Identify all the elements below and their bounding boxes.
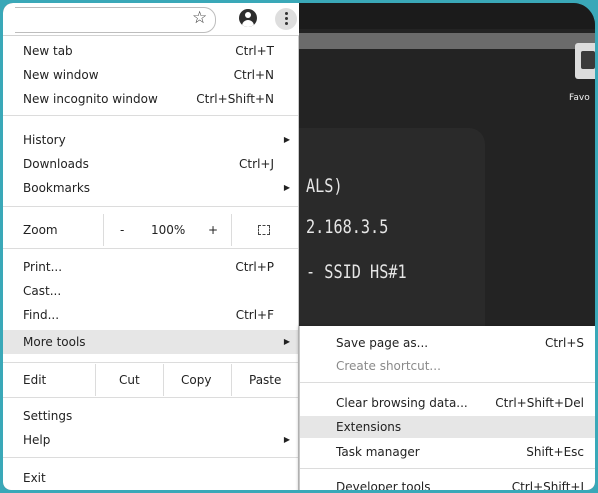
menu-item-shortcut: Ctrl+J bbox=[239, 157, 274, 171]
menu-separator bbox=[3, 397, 298, 398]
menu-item-label: Settings bbox=[23, 409, 73, 423]
more-tools-submenu: Save page as... Ctrl+S Create shortcut..… bbox=[299, 326, 595, 490]
menu-item-label: New tab bbox=[23, 44, 73, 58]
cut-button[interactable]: Cut bbox=[119, 369, 140, 391]
menu-item-shortcut: Ctrl+Shift+N bbox=[196, 92, 274, 106]
submenu-arrow-icon: ▶ bbox=[283, 435, 290, 444]
submenu-arrow-icon: ▶ bbox=[283, 135, 290, 144]
edit-divider bbox=[231, 364, 232, 396]
menu-item-downloads[interactable]: Downloads Ctrl+J bbox=[3, 153, 298, 175]
menu-item-label: Downloads bbox=[23, 157, 89, 171]
menu-item-label: Help bbox=[23, 433, 51, 447]
menu-item-history[interactable]: History ▶ bbox=[3, 129, 298, 151]
page-header-strip bbox=[299, 3, 595, 29]
account-circle-icon[interactable] bbox=[239, 9, 257, 27]
page-text-line-1: ALS) bbox=[306, 175, 343, 197]
menu-item-label: Bookmarks bbox=[23, 181, 91, 195]
menu-item-shortcut: Ctrl+N bbox=[233, 68, 274, 82]
submenu-item-shortcut: Ctrl+Shift+Del bbox=[495, 396, 584, 410]
zoom-divider bbox=[103, 214, 104, 246]
fullscreen-icon[interactable] bbox=[258, 225, 270, 235]
browser-window: Favo ALS) 2.168.3.5 - SSID HS#1 ☆ New ta… bbox=[3, 3, 595, 490]
menu-item-label: Find... bbox=[23, 308, 60, 322]
menu-item-new-tab[interactable]: New tab Ctrl+T bbox=[3, 40, 298, 62]
menu-item-bookmarks[interactable]: Bookmarks ▶ bbox=[3, 177, 298, 199]
submenu-item-task-manager[interactable]: Task manager Shift+Esc bbox=[300, 441, 595, 463]
submenu-arrow-icon: ▶ bbox=[283, 337, 290, 346]
zoom-in-button[interactable]: + bbox=[208, 219, 218, 241]
page-text-line-2: 2.168.3.5 bbox=[306, 216, 389, 238]
zoom-divider bbox=[231, 214, 232, 246]
submenu-item-save-page[interactable]: Save page as... Ctrl+S bbox=[300, 332, 595, 354]
menu-item-label: More tools bbox=[23, 335, 86, 349]
menu-item-help[interactable]: Help ▶ bbox=[3, 429, 298, 451]
menu-item-new-incognito-window[interactable]: New incognito window Ctrl+Shift+N bbox=[3, 88, 298, 110]
menu-item-settings[interactable]: Settings bbox=[3, 405, 298, 427]
menu-separator bbox=[3, 206, 298, 207]
browser-toolbar: ☆ bbox=[3, 3, 299, 36]
submenu-item-label: Developer tools bbox=[336, 480, 431, 490]
menu-item-shortcut: Ctrl+P bbox=[235, 260, 274, 274]
submenu-item-label: Save page as... bbox=[336, 336, 429, 350]
menu-separator bbox=[3, 248, 298, 249]
submenu-item-developer-tools[interactable]: Developer tools Ctrl+Shift+I bbox=[300, 476, 595, 490]
page-text-line-3: - SSID HS#1 bbox=[306, 261, 407, 283]
paste-button[interactable]: Paste bbox=[249, 369, 281, 391]
edit-label: Edit bbox=[23, 373, 47, 387]
menu-item-more-tools[interactable]: More tools ▶ bbox=[3, 330, 298, 354]
address-bar[interactable] bbox=[15, 7, 216, 33]
browser-menu-button[interactable] bbox=[275, 8, 297, 30]
copy-button[interactable]: Copy bbox=[181, 369, 211, 391]
page-banner bbox=[299, 33, 595, 49]
menu-item-label: Print... bbox=[23, 260, 63, 274]
zoom-out-button[interactable]: - bbox=[120, 219, 124, 241]
menu-item-find[interactable]: Find... Ctrl+F bbox=[3, 304, 298, 326]
menu-item-label: Cast... bbox=[23, 284, 62, 298]
menu-item-shortcut: Ctrl+T bbox=[235, 44, 274, 58]
menu-item-label: New window bbox=[23, 68, 99, 82]
menu-item-new-window[interactable]: New window Ctrl+N bbox=[3, 64, 298, 86]
menu-separator bbox=[3, 457, 298, 458]
favorites-folder-icon[interactable] bbox=[575, 43, 595, 79]
menu-item-label: New incognito window bbox=[23, 92, 158, 106]
menu-item-exit[interactable]: Exit bbox=[3, 467, 298, 489]
star-icon[interactable]: ☆ bbox=[192, 8, 207, 28]
edit-divider bbox=[163, 364, 164, 396]
submenu-item-label: Task manager bbox=[336, 445, 420, 459]
submenu-separator bbox=[300, 468, 595, 469]
submenu-item-label: Clear browsing data... bbox=[336, 396, 468, 410]
submenu-item-clear-browsing-data[interactable]: Clear browsing data... Ctrl+Shift+Del bbox=[300, 392, 595, 414]
zoom-level: 100% bbox=[151, 223, 186, 237]
edit-divider bbox=[95, 364, 96, 396]
menu-item-cast[interactable]: Cast... bbox=[3, 280, 298, 302]
submenu-item-create-shortcut: Create shortcut... bbox=[300, 355, 595, 377]
submenu-item-label: Create shortcut... bbox=[336, 359, 441, 373]
menu-item-print[interactable]: Print... Ctrl+P bbox=[3, 256, 298, 278]
submenu-item-shortcut: Ctrl+Shift+I bbox=[511, 480, 584, 490]
menu-separator bbox=[3, 115, 298, 116]
submenu-item-label: Extensions bbox=[336, 420, 402, 434]
submenu-separator bbox=[300, 382, 595, 383]
submenu-item-shortcut: Ctrl+S bbox=[544, 336, 584, 350]
menu-item-shortcut: Ctrl+F bbox=[235, 308, 274, 322]
menu-separator bbox=[3, 362, 298, 363]
kebab-menu-icon bbox=[285, 12, 288, 15]
favorites-label: Favo bbox=[569, 93, 590, 103]
submenu-item-shortcut: Shift+Esc bbox=[526, 445, 584, 459]
browser-main-menu: New tab Ctrl+T New window Ctrl+N New inc… bbox=[3, 36, 299, 490]
submenu-item-extensions[interactable]: Extensions bbox=[300, 416, 595, 438]
menu-item-label: History bbox=[23, 133, 66, 147]
submenu-arrow-icon: ▶ bbox=[283, 183, 290, 192]
zoom-label: Zoom bbox=[23, 223, 58, 237]
menu-item-label: Exit bbox=[23, 471, 46, 485]
